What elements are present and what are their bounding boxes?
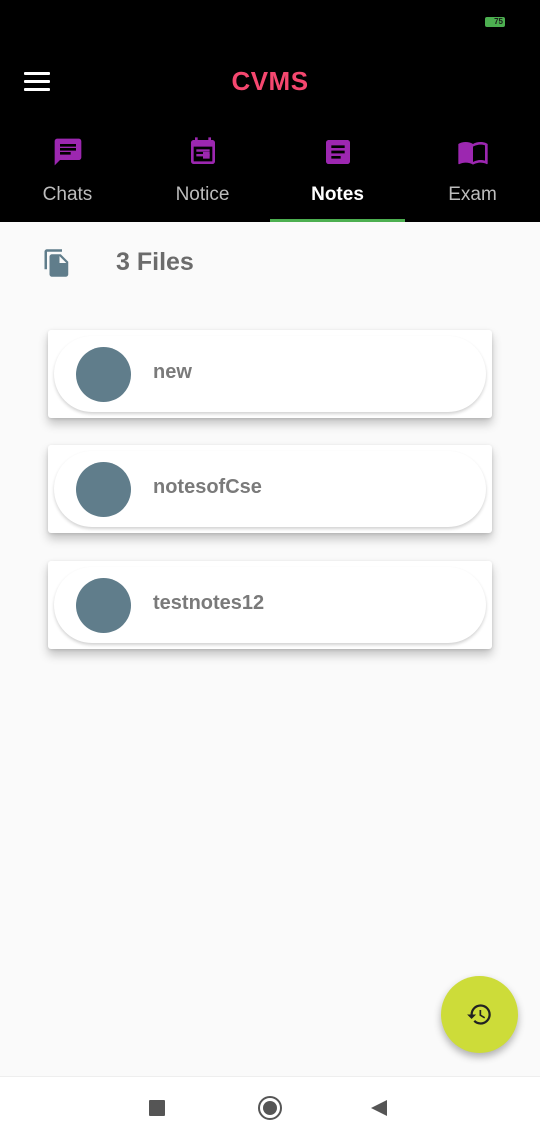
file-name: new xyxy=(153,361,192,383)
tab-chats[interactable]: Chats xyxy=(0,130,135,222)
tab-notice[interactable]: Notice xyxy=(135,130,270,222)
file-name: testnotes12 xyxy=(153,592,265,614)
tab-notes[interactable]: Notes xyxy=(270,130,405,222)
files-copy-icon xyxy=(44,249,69,277)
files-header: 3 Files xyxy=(0,240,540,288)
avatar xyxy=(76,347,131,402)
recent-apps-icon[interactable] xyxy=(149,1100,165,1116)
avatar xyxy=(76,462,131,517)
refresh-history-icon xyxy=(467,1004,491,1025)
app-title: CVMS xyxy=(231,66,309,96)
list-item[interactable]: testnotes12 xyxy=(48,561,492,649)
notes-icon xyxy=(326,140,350,164)
calendar-icon xyxy=(191,137,215,164)
top-app-area: 75 CVMS Chats Notice Notes Exam xyxy=(0,0,540,222)
avatar xyxy=(76,578,131,633)
back-icon[interactable] xyxy=(370,1099,388,1117)
file-tile: notesofCse xyxy=(54,451,486,527)
list-item[interactable]: new xyxy=(48,330,492,418)
system-nav-bar xyxy=(0,1076,540,1140)
chat-icon xyxy=(54,138,82,166)
file-tile: testnotes12 xyxy=(54,567,486,643)
tab-label: Exam xyxy=(448,184,497,205)
file-tile: new xyxy=(54,336,486,412)
files-count: 3 Files xyxy=(116,248,194,276)
battery-icon: 75 xyxy=(485,17,505,27)
file-name: notesofCse xyxy=(153,476,262,498)
tab-label: Notes xyxy=(311,184,364,205)
book-icon xyxy=(458,142,488,165)
tab-bar: Chats Notice Notes Exam xyxy=(0,130,540,222)
tab-label: Chats xyxy=(42,184,93,205)
list-item[interactable]: notesofCse xyxy=(48,445,492,533)
tab-exam[interactable]: Exam xyxy=(405,130,540,222)
tab-label: Notice xyxy=(175,184,230,205)
home-icon[interactable] xyxy=(258,1096,282,1120)
status-bar: 75 xyxy=(0,0,540,44)
refresh-fab-button[interactable] xyxy=(441,976,518,1053)
